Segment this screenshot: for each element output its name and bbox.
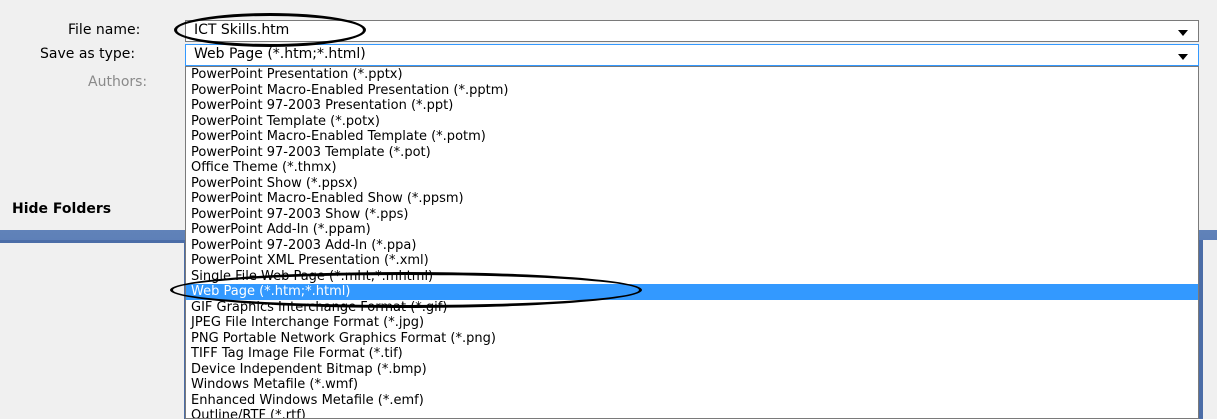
dropdown-option[interactable]: GIF Graphics Interchange Format (*.gif) [186,300,1198,316]
dropdown-option[interactable]: PowerPoint Add-In (*.ppam) [186,222,1198,238]
dropdown-option[interactable]: PowerPoint 97-2003 Template (*.pot) [186,145,1198,161]
dialog-left-lower [0,243,184,419]
dropdown-option[interactable]: PowerPoint Presentation (*.pptx) [186,67,1198,83]
save-as-type-dropdown-list[interactable]: PowerPoint Presentation (*.pptx) PowerPoi… [185,66,1199,419]
dropdown-option[interactable]: Device Independent Bitmap (*.bmp) [186,362,1198,378]
file-name-label: File name: [68,22,141,38]
dropdown-option[interactable]: Outline/RTF (*.rtf) [186,408,1198,418]
dropdown-option[interactable]: PowerPoint 97-2003 Show (*.pps) [186,207,1198,223]
hide-folders-button[interactable]: Hide Folders [12,201,111,217]
dropdown-option[interactable]: PowerPoint Macro-Enabled Template (*.pot… [186,129,1198,145]
dropdown-option[interactable]: Windows Metafile (*.wmf) [186,377,1198,393]
dropdown-option[interactable]: Single File Web Page (*.mht;*.mhtml) [186,269,1198,285]
dropdown-option[interactable]: PowerPoint Macro-Enabled Show (*.ppsm) [186,191,1198,207]
dropdown-option[interactable]: PNG Portable Network Graphics Format (*.… [186,331,1198,347]
save-as-type-select[interactable]: Web Page (*.htm;*.html) [185,44,1199,66]
dropdown-option[interactable]: PowerPoint 97-2003 Add-In (*.ppa) [186,238,1198,254]
file-name-field[interactable]: ICT Skills.htm [185,20,1199,42]
dropdown-option[interactable]: PowerPoint 97-2003 Presentation (*.ppt) [186,98,1198,114]
dropdown-option[interactable]: Web Page (*.htm;*.html) [186,284,1198,300]
dropdown-option[interactable]: PowerPoint Template (*.potx) [186,114,1198,130]
dropdown-option[interactable]: PowerPoint Show (*.ppsx) [186,176,1198,192]
dropdown-option[interactable]: TIFF Tag Image File Format (*.tif) [186,346,1198,362]
authors-label: Authors: [88,74,148,90]
dropdown-option[interactable]: PowerPoint Macro-Enabled Presentation (*… [186,83,1198,99]
dropdown-option[interactable]: JPEG File Interchange Format (*.jpg) [186,315,1198,331]
dropdown-option[interactable]: Office Theme (*.thmx) [186,160,1198,176]
chevron-down-icon[interactable] [1178,30,1188,36]
dropdown-option[interactable]: Enhanced Windows Metafile (*.emf) [186,393,1198,409]
save-as-type-value: Web Page (*.htm;*.html) [194,46,366,62]
chevron-down-icon[interactable] [1178,54,1188,60]
save-as-type-label: Save as type: [40,46,136,62]
file-name-value: ICT Skills.htm [194,22,290,38]
dropdown-option[interactable]: PowerPoint XML Presentation (*.xml) [186,253,1198,269]
dialog-right-edge [1203,240,1217,419]
